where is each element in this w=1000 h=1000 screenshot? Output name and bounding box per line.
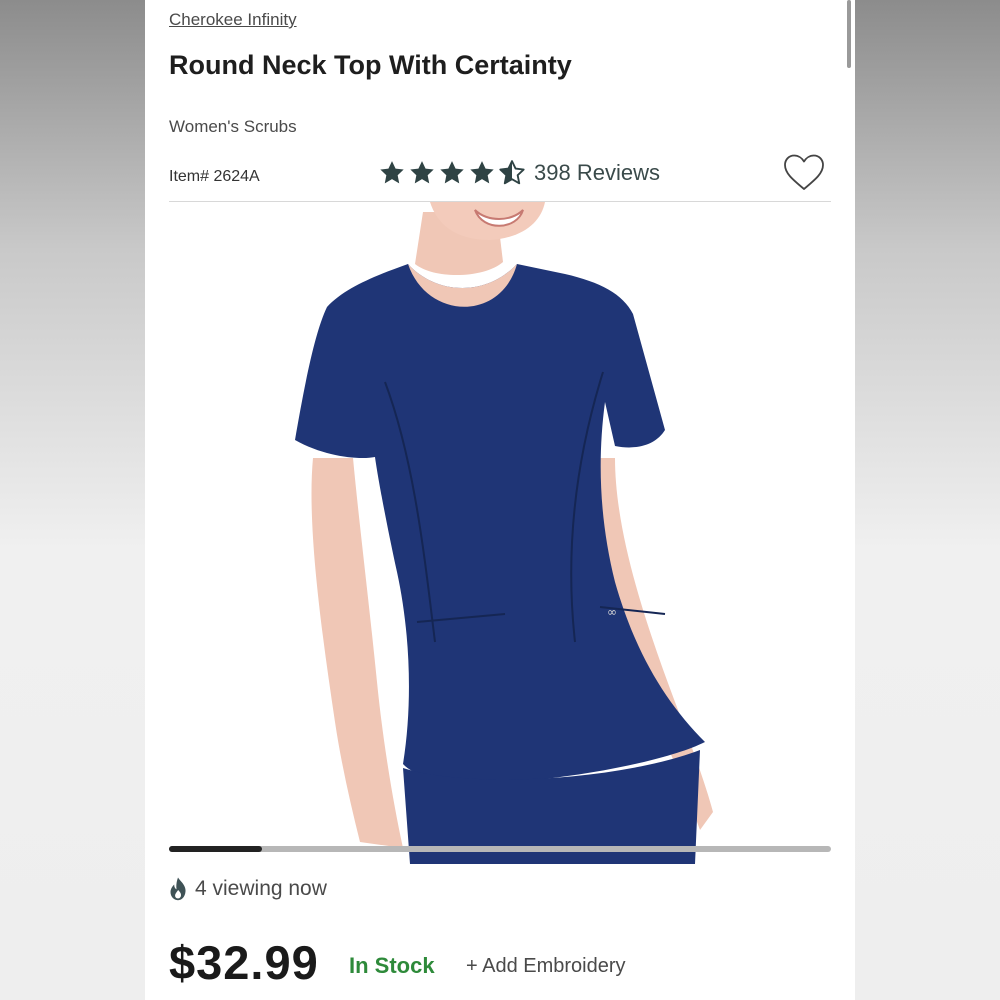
viewing-now-text: 4 viewing now [195,877,327,900]
star-icon [410,161,434,184]
star-icon [380,161,404,184]
product-card: Cherokee Infinity Round Neck Top With Ce… [145,0,855,1000]
stock-status: In Stock [349,953,435,978]
product-image[interactable]: ∞ [145,202,855,864]
item-number: Item# 2624A [169,168,260,185]
flame-icon [170,877,186,901]
price: $32.99 [169,936,319,989]
half-star-icon [499,160,525,185]
background-right [855,0,1000,1000]
heart-icon[interactable] [782,153,826,193]
brand-link[interactable]: Cherokee Infinity [169,10,297,30]
carousel-progress[interactable] [169,846,831,852]
reviews-link[interactable]: 398 Reviews [534,160,660,186]
viewing-now: 4 viewing now [169,877,327,901]
svg-text:∞: ∞ [607,605,617,619]
star-icon [470,161,494,184]
add-embroidery-link[interactable]: + Add Embroidery [466,955,626,978]
product-title: Round Neck Top With Certainty [169,50,572,80]
product-category: Women's Scrubs [169,117,297,136]
scrollbar[interactable] [847,0,851,68]
carousel-progress-fill [169,846,262,852]
star-icon [440,161,464,184]
rating-stars[interactable]: 398 Reviews [378,159,660,187]
background-left [0,0,145,1000]
